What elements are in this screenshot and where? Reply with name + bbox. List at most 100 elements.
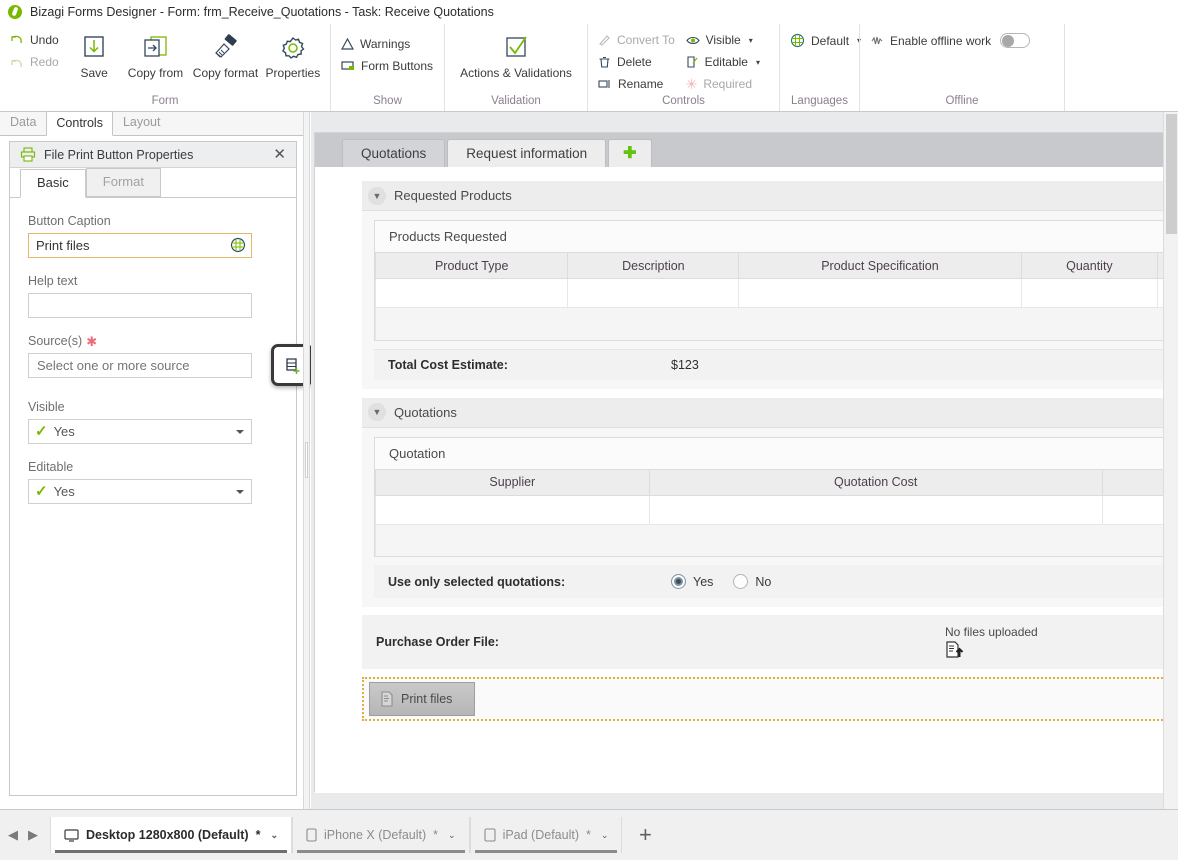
required-button[interactable]: ✳ Required xyxy=(682,76,773,92)
radio-yes-button[interactable] xyxy=(671,574,686,589)
cell xyxy=(375,307,1178,340)
panel-tab-controls[interactable]: Controls xyxy=(46,111,113,136)
vertical-scroll-thumb[interactable] xyxy=(1166,114,1177,234)
save-button[interactable]: Save xyxy=(66,28,121,80)
chevron-left-icon[interactable]: ◀ xyxy=(4,823,22,847)
save-label: Save xyxy=(80,66,108,80)
add-device-tab-button[interactable]: + xyxy=(622,817,668,853)
phone-icon xyxy=(306,828,317,842)
chevron-down-icon[interactable]: ⌄ xyxy=(601,830,609,841)
printer-icon xyxy=(20,147,36,162)
device-tab-iphone[interactable]: iPhone X (Default) * ⌄ xyxy=(292,817,470,853)
print-file-icon xyxy=(380,691,395,707)
print-files-button[interactable]: Print files xyxy=(369,682,475,716)
enable-offline-work-toggle[interactable]: Enable offline work xyxy=(866,32,1034,49)
button-caption-input[interactable] xyxy=(28,233,252,258)
close-icon[interactable]: ✕ xyxy=(269,147,290,162)
properties-button[interactable]: Properties xyxy=(262,28,324,80)
chevron-down-icon[interactable]: ⌄ xyxy=(270,830,278,841)
help-text-input[interactable] xyxy=(28,293,252,318)
chevron-right-icon[interactable]: ▶ xyxy=(24,823,42,847)
chevron-down-icon[interactable]: ▼ xyxy=(368,403,386,421)
device-tab-ipad[interactable]: iPad (Default) * ⌄ xyxy=(469,817,623,853)
visible-button[interactable]: Visible ▾ xyxy=(682,32,773,48)
sources-input[interactable] xyxy=(28,353,252,378)
section-header-quotations[interactable]: ▼ Quotations xyxy=(362,397,1178,428)
section-header-requested-products[interactable]: ▼ Requested Products xyxy=(362,181,1178,211)
chevron-down-icon[interactable] xyxy=(236,490,244,494)
chevron-down-icon[interactable] xyxy=(236,430,244,434)
offline-toggle-switch[interactable] xyxy=(1000,33,1031,48)
delete-button[interactable]: Delete xyxy=(594,54,682,70)
chevron-down-icon[interactable]: ▼ xyxy=(368,186,386,205)
column-quantity[interactable]: Quantity xyxy=(1020,252,1159,279)
ribbon-group-validation: Actions & Validations Validation xyxy=(444,24,587,111)
device-tab-ipad-modified: * xyxy=(586,828,591,842)
warnings-label: Warnings xyxy=(360,37,411,51)
table-row[interactable] xyxy=(375,494,1178,525)
chevron-down-icon[interactable]: ⌄ xyxy=(448,830,456,841)
ribbon-group-controls: Convert To Delete Rename Visible ▾ Edita… xyxy=(587,24,779,111)
column-product-specification[interactable]: Product Specification xyxy=(738,252,1022,279)
editable-select[interactable]: ✓ Yes xyxy=(28,479,252,504)
radio-no-button[interactable] xyxy=(733,574,749,589)
canvas-vertical-scrollbar[interactable] xyxy=(1163,112,1178,809)
file-upload-icon[interactable] xyxy=(945,641,1038,659)
default-language-button[interactable]: Default ▾ xyxy=(786,32,865,49)
column-supplier[interactable]: Supplier xyxy=(375,468,650,496)
subtab-basic[interactable]: Basic xyxy=(20,169,86,198)
device-tab-ipad-label: iPad (Default) xyxy=(502,828,579,842)
editable-button[interactable]: Editable ▾ xyxy=(682,54,773,70)
cell xyxy=(374,278,569,308)
save-icon xyxy=(79,30,109,66)
form-buttons-button[interactable]: Form Buttons xyxy=(337,58,437,74)
copy-from-button[interactable]: Copy from xyxy=(122,28,189,80)
bizagi-logo-icon xyxy=(8,5,22,19)
column-quotation-cost[interactable]: Quotation Cost xyxy=(648,468,1103,496)
add-form-tab-button[interactable]: ✚ xyxy=(608,139,652,167)
purchase-order-file-row: Purchase Order File: No files uploaded xyxy=(362,615,1178,669)
device-tab-desktop[interactable]: Desktop 1280x800 (Default) * ⌄ xyxy=(50,817,292,853)
chevron-down-icon[interactable]: ▾ xyxy=(756,58,760,67)
form-tab-quotations[interactable]: Quotations xyxy=(342,139,446,167)
device-tab-iphone-modified: * xyxy=(433,828,439,842)
radio-option-no[interactable]: No xyxy=(733,574,771,589)
required-label: Required xyxy=(703,77,753,91)
column-product-type[interactable]: Product Type xyxy=(374,252,569,279)
visible-select[interactable]: ✓ Yes xyxy=(28,419,252,444)
panel-tab-layout[interactable]: Layout xyxy=(113,110,171,135)
convert-to-button[interactable]: Convert To xyxy=(594,32,682,48)
subtab-format[interactable]: Format xyxy=(85,168,161,197)
editable-value: Yes xyxy=(53,484,75,499)
ribbon-group-show: Warnings Form Buttons Show xyxy=(330,24,444,111)
print-files-control-container[interactable]: Print files xyxy=(362,677,1178,721)
chevron-down-icon[interactable]: ▾ xyxy=(749,36,753,45)
gear-icon xyxy=(278,30,308,66)
rename-icon xyxy=(598,80,610,88)
warnings-button[interactable]: Warnings xyxy=(337,36,437,52)
section-requested-products: ▼ Requested Products Products Requested … xyxy=(362,181,1178,389)
table-row[interactable] xyxy=(374,278,1178,308)
form-tab-request-information[interactable]: Request information xyxy=(447,139,607,167)
form-content: ▼ Requested Products Products Requested … xyxy=(315,167,1178,793)
multilanguage-globe-icon[interactable] xyxy=(230,237,246,253)
actions-validations-button[interactable]: Actions & Validations xyxy=(452,28,580,80)
delete-label: Delete xyxy=(617,55,652,69)
editable-label: Editable xyxy=(704,55,748,69)
panel-tab-data[interactable]: Data xyxy=(0,110,46,135)
column-description[interactable]: Description xyxy=(567,252,740,279)
splitter-grip[interactable] xyxy=(305,442,308,478)
field-help-text: Help text xyxy=(28,274,278,318)
actions-validations-label: Actions & Validations xyxy=(460,66,572,80)
undo-button[interactable]: Undo xyxy=(6,32,66,48)
properties-window: File Print Button Properties ✕ Basic For… xyxy=(9,141,313,796)
radio-option-yes[interactable]: Yes xyxy=(671,574,713,589)
default-language-label: Default xyxy=(811,33,850,48)
panel-splitter[interactable] xyxy=(303,112,310,809)
rename-button[interactable]: Rename xyxy=(594,76,682,92)
copy-format-button[interactable]: Copy format xyxy=(189,28,262,80)
asterisk-icon: ✳ xyxy=(685,76,698,92)
copy-from-icon xyxy=(138,30,172,66)
use-only-selected-quotations-row: Use only selected quotations: Yes No xyxy=(374,565,1178,598)
redo-button[interactable]: Redo xyxy=(6,54,66,70)
